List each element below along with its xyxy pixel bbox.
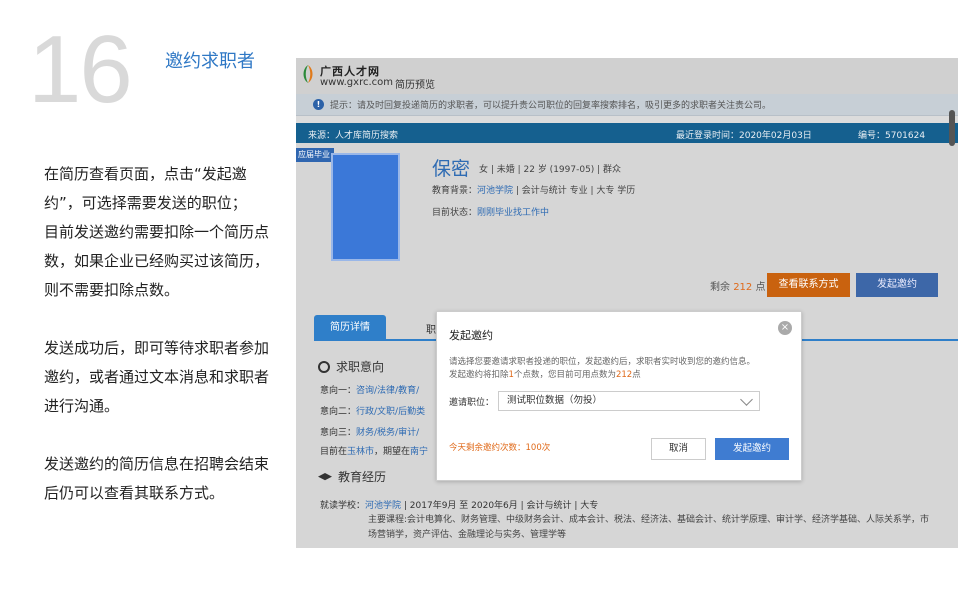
site-header: 广西人才网 www.gxrc.com 简历预览 [296, 58, 958, 94]
instruction-paragraph: 在简历查看页面，点击“发起邀约”，可选择需要发送的职位； [44, 165, 247, 212]
position-label: 邀请职位： [449, 398, 495, 408]
education-row: 就读学校：河池学院 | 2017年9月 至 2020年6月 | 会计与统计 | … [320, 501, 599, 511]
notice-text: 提示：请及时回复投递简历的求职者，可以提升贵公司职位的回复率搜索排名，吸引更多的… [330, 101, 772, 111]
candidate-photo-placeholder [331, 153, 400, 261]
cancel-button[interactable]: 取消 [651, 438, 706, 460]
tab-position[interactable]: 职 [426, 321, 436, 336]
last-login-time: 最近登录时间：2020年02月03日 [676, 131, 812, 141]
tab-resume-details[interactable]: 简历详情 [314, 315, 386, 341]
instruction-paragraph: 发送邀约的简历信息在招聘会结束后仍可以查看其联系方式。 [44, 455, 270, 502]
scrollbar[interactable] [949, 110, 955, 146]
gxrc-logo-icon [303, 65, 313, 83]
intent-row: 意向二：行政/文职/后勤类 [320, 407, 426, 417]
modal-description: 请选择您要邀请求职者投递的职位，发起邀约后，求职者实时收到您的邀约信息。 发起邀… [449, 357, 756, 380]
candidate-attributes: 女 | 未婚 | 22 岁 (1997-05) | 群众 [479, 165, 622, 175]
intent-row: 意向三：财务/税务/审计/ [320, 428, 420, 438]
education-heading: 教育经历 [318, 468, 386, 485]
resume-source: 来源：人才库简历搜索 [308, 131, 399, 141]
page-section-label: 简历预览 [395, 80, 435, 91]
notice-bar: ! 提示：请及时回复投递简历的求职者，可以提升贵公司职位的回复率搜索排名，吸引更… [296, 94, 958, 116]
invitation-modal: 发起邀约 × 请选择您要邀请求职者投递的职位，发起邀约后，求职者实时收到您的邀约… [436, 311, 802, 481]
intent-row: 意向一：咨询/法律/教育/ [320, 386, 420, 396]
course-list: 主要课程:会计电算化、财务管理、中级财务会计、成本会计、税法、经济法、基础会计、… [368, 515, 930, 540]
fresh-graduate-ribbon: 应届毕业 [296, 148, 334, 162]
close-icon[interactable]: × [778, 321, 792, 335]
intent-location: 目前在玉林市，期望在南宁 [320, 447, 429, 457]
resume-source-bar: 来源：人才库简历搜索 最近登录时间：2020年02月03日 编号：5701624 [296, 123, 958, 143]
candidate-name: 保密 [432, 158, 471, 180]
instructions: 在简历查看页面，点击“发起邀约”，可选择需要发送的职位； 目前发送邀约需要扣除一… [44, 160, 269, 508]
candidate-status: 目前状态：刚刚毕业找工作中 [432, 208, 550, 218]
remaining-points: 剩余 212 点 [710, 282, 766, 293]
site-logo-url: www.gxrc.com [320, 77, 393, 88]
send-invitation-button[interactable]: 发起邀约 [856, 273, 938, 297]
modal-title: 发起邀约 [449, 329, 493, 342]
target-icon [318, 361, 330, 373]
step-title: 邀约求职者 [165, 51, 255, 72]
remaining-invitations: 今天剩余邀约次数：100次 [449, 443, 551, 453]
instruction-paragraph: 发送成功后，即可等待求职者参加邀约，或者通过文本消息和求职者进行沟通。 [44, 339, 270, 415]
confirm-invitation-button[interactable]: 发起邀约 [715, 438, 789, 460]
intent-heading: 求职意向 [318, 358, 384, 375]
info-icon: ! [313, 99, 324, 110]
instruction-paragraph: 目前发送邀约需要扣除一个简历点数，如果企业已经购买过该简历，则不需要扣除点数。 [44, 223, 270, 299]
position-select-value: 测试职位数据（勿投） [507, 395, 603, 406]
position-select[interactable]: 测试职位数据（勿投） [498, 391, 760, 411]
candidate-education: 教育背景：河池学院 | 会计与统计 专业 | 大专 学历 [432, 186, 636, 196]
resume-id: 编号：5701624 [858, 131, 926, 141]
graduation-cap-icon [318, 473, 332, 481]
chevron-down-icon [740, 393, 753, 406]
view-contact-button[interactable]: 查看联系方式 [767, 273, 850, 297]
step-number: 16 [28, 16, 133, 123]
school-link[interactable]: 河池学院 [477, 186, 513, 196]
